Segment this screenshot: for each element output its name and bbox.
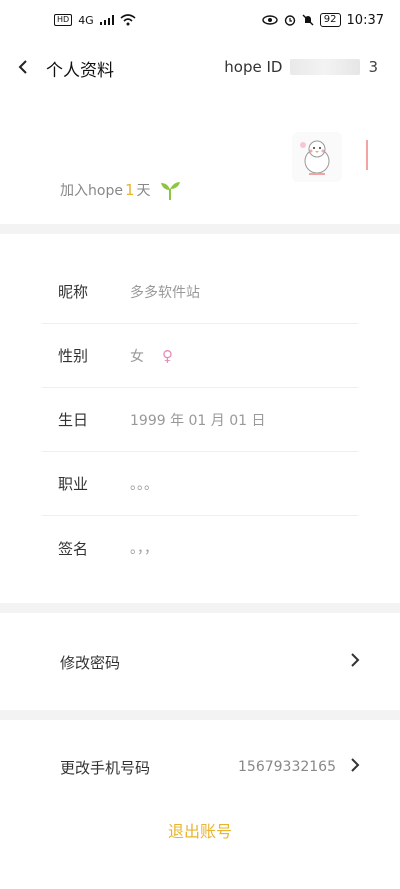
field-row-gender[interactable]: 性别 女 ♀	[42, 324, 358, 388]
eye-icon	[262, 15, 278, 25]
phone-number: 15679332165	[238, 759, 336, 775]
hd-badge: HD	[54, 14, 73, 26]
section-separator	[0, 710, 400, 720]
female-icon: ♀	[162, 346, 173, 365]
clock: 10:37	[346, 12, 384, 28]
page-header: 个人资料 hope ID 3	[0, 44, 400, 92]
field-row-nickname[interactable]: 昵称 多多软件站	[42, 260, 358, 324]
change-phone-label: 更改手机号码	[60, 758, 151, 777]
field-value: 多多软件站	[130, 284, 200, 301]
battery-indicator: 92	[319, 13, 341, 27]
chevron-right-icon	[350, 652, 360, 673]
chevron-right-icon	[350, 757, 360, 778]
avatar-edge-marker	[366, 140, 368, 170]
field-label: 昵称	[58, 283, 89, 301]
status-right: 92 10:37	[262, 13, 384, 28]
field-value: 。。。	[130, 476, 158, 493]
field-label: 签名	[58, 539, 89, 558]
alarm-icon	[284, 15, 295, 26]
change-password-row[interactable]: 修改密码	[0, 617, 400, 707]
join-prefix: 加入hope	[60, 183, 123, 199]
field-row-signature[interactable]: 签名 。，，	[42, 516, 358, 580]
sprout-icon	[160, 182, 180, 200]
status-left: HD 4G	[54, 14, 136, 27]
chevron-left-icon	[18, 60, 27, 74]
field-value: 女	[130, 348, 144, 365]
join-days: 1	[124, 181, 135, 199]
hope-id-value: 3	[368, 58, 378, 76]
field-label: 性别	[58, 347, 89, 365]
section-separator	[0, 224, 400, 234]
field-value: 1999 年 01 月 01 日	[130, 412, 266, 429]
hope-id-redaction	[290, 59, 361, 75]
back-button[interactable]	[18, 56, 42, 80]
hope-id: hope ID 3	[224, 58, 378, 76]
field-row-occupation[interactable]: 职业 。。。	[42, 452, 358, 516]
profile-card: 加入hope 1 天	[0, 92, 400, 222]
field-value: 。，，	[130, 541, 158, 557]
field-row-birthday[interactable]: 生日 1999 年 01 月 01 日	[42, 388, 358, 452]
network-badge: 4G	[78, 13, 94, 27]
section-separator	[0, 603, 400, 613]
mute-bell-icon	[302, 14, 314, 26]
join-duration: 加入hope 1 天	[60, 180, 181, 200]
change-password-label: 修改密码	[60, 653, 121, 672]
hope-id-label: hope ID	[224, 58, 283, 76]
join-suffix: 天	[136, 183, 151, 199]
logout-button[interactable]: 退出账号	[0, 818, 400, 842]
penguin-avatar-icon	[300, 140, 330, 175]
status-bar: HD 4G 92 10:37	[0, 0, 400, 40]
avatar[interactable]	[292, 132, 342, 182]
field-label: 职业	[58, 475, 89, 493]
field-label: 生日	[58, 411, 89, 429]
page-title: 个人资料	[46, 60, 114, 81]
wifi-icon	[120, 14, 136, 26]
change-phone-row[interactable]: 更改手机号码 15679332165	[0, 722, 400, 812]
signal-icon	[99, 15, 114, 25]
